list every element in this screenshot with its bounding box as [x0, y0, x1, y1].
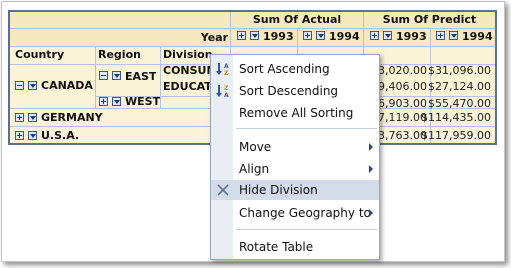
context-menu: A Z Sort Ascending Z A Sort Descending R… — [210, 54, 380, 260]
sort-arrow-icon[interactable] — [28, 113, 37, 122]
svg-text:A: A — [224, 63, 229, 70]
menu-separator — [236, 128, 377, 129]
expand-icon[interactable] — [370, 31, 379, 40]
menu-item-label: Hide Division — [239, 183, 318, 197]
svg-text:Z: Z — [224, 85, 229, 92]
expand-icon[interactable] — [303, 31, 312, 40]
menu-item-rotate-table[interactable]: Rotate Table — [211, 237, 379, 257]
menu-item-sort-ascending[interactable]: A Z Sort Ascending — [211, 59, 379, 79]
sort-arrow-icon[interactable] — [383, 31, 392, 40]
submenu-arrow-icon — [369, 143, 373, 151]
collapse-icon[interactable] — [99, 71, 108, 80]
menu-item-align[interactable]: Align — [211, 159, 379, 179]
expand-icon[interactable] — [237, 31, 246, 40]
grid-line — [95, 46, 96, 108]
menu-item-label: Move — [239, 140, 272, 154]
menu-item-remove-all-sorting[interactable]: Remove All Sorting — [211, 103, 379, 123]
value-cell: $117,959.00 — [421, 129, 491, 142]
row-west[interactable]: WEST — [125, 95, 160, 109]
row-usa[interactable]: U.S.A. — [41, 129, 79, 143]
menu-item-move[interactable]: Move — [211, 137, 379, 157]
menu-item-label: Align — [239, 162, 270, 176]
sort-arrow-icon[interactable] — [112, 71, 121, 80]
menu-separator — [236, 229, 377, 230]
svg-text:Z: Z — [224, 70, 229, 77]
menu-item-change-geography[interactable]: Change Geography to — [211, 203, 379, 223]
year-header[interactable]: Year — [190, 31, 228, 45]
value-cell: $27,124.00 — [428, 80, 491, 93]
value-cell: $114,435.00 — [421, 111, 491, 124]
expand-icon[interactable] — [436, 31, 445, 40]
sort-arrow-icon[interactable] — [28, 131, 37, 140]
value-cell: $31,096.00 — [428, 64, 491, 77]
value-cell: $55,470.00 — [428, 97, 491, 110]
collapse-icon[interactable] — [15, 81, 24, 90]
division-header[interactable]: Division — [163, 48, 213, 62]
sort-arrow-icon[interactable] — [112, 97, 121, 106]
sort-arrow-icon[interactable] — [250, 31, 259, 40]
row-canada[interactable]: CANADA — [41, 79, 93, 93]
country-header[interactable]: Country — [15, 48, 64, 62]
grid-line — [10, 46, 495, 47]
sort-arrow-icon[interactable] — [449, 31, 458, 40]
menu-item-label: Change Geography to — [239, 206, 371, 220]
expand-icon[interactable] — [15, 131, 24, 140]
sort-arrow-icon[interactable] — [316, 31, 325, 40]
region-header[interactable]: Region — [98, 48, 141, 62]
row-east[interactable]: EAST — [125, 70, 156, 84]
year-1993-actual[interactable]: 1993 — [263, 30, 294, 44]
sort-arrow-icon[interactable] — [28, 81, 37, 90]
menu-item-hide-division[interactable]: Hide Division — [211, 180, 379, 200]
submenu-arrow-icon — [369, 165, 373, 173]
grid-line — [160, 46, 161, 108]
grid-line — [10, 28, 495, 29]
submenu-arrow-icon — [369, 209, 373, 217]
window-frame: Sum Of Actual Sum Of Predict Year 1993 1… — [1, 1, 505, 262]
sort-ascending-icon: A Z — [216, 63, 229, 77]
expand-icon[interactable] — [99, 97, 108, 106]
year-1994-predict[interactable]: 1994 — [462, 30, 493, 44]
row-germany[interactable]: GERMANY — [41, 111, 103, 125]
close-x-icon — [217, 184, 229, 196]
sum-of-actual-header: Sum Of Actual — [252, 13, 342, 26]
menu-item-label: Rotate Table — [239, 240, 314, 254]
menu-item-label: Sort Ascending — [239, 62, 330, 76]
menu-item-label: Remove All Sorting — [239, 106, 354, 120]
year-1993-predict[interactable]: 1993 — [396, 30, 427, 44]
menu-item-label: Sort Descending — [239, 84, 339, 98]
expand-icon[interactable] — [15, 113, 24, 122]
sum-of-predict-header: Sum Of Predict — [382, 13, 477, 26]
menu-item-sort-descending[interactable]: Z A Sort Descending — [211, 81, 379, 101]
sort-descending-icon: Z A — [216, 85, 229, 99]
svg-text:A: A — [224, 92, 229, 99]
year-1994-actual[interactable]: 1994 — [329, 30, 360, 44]
